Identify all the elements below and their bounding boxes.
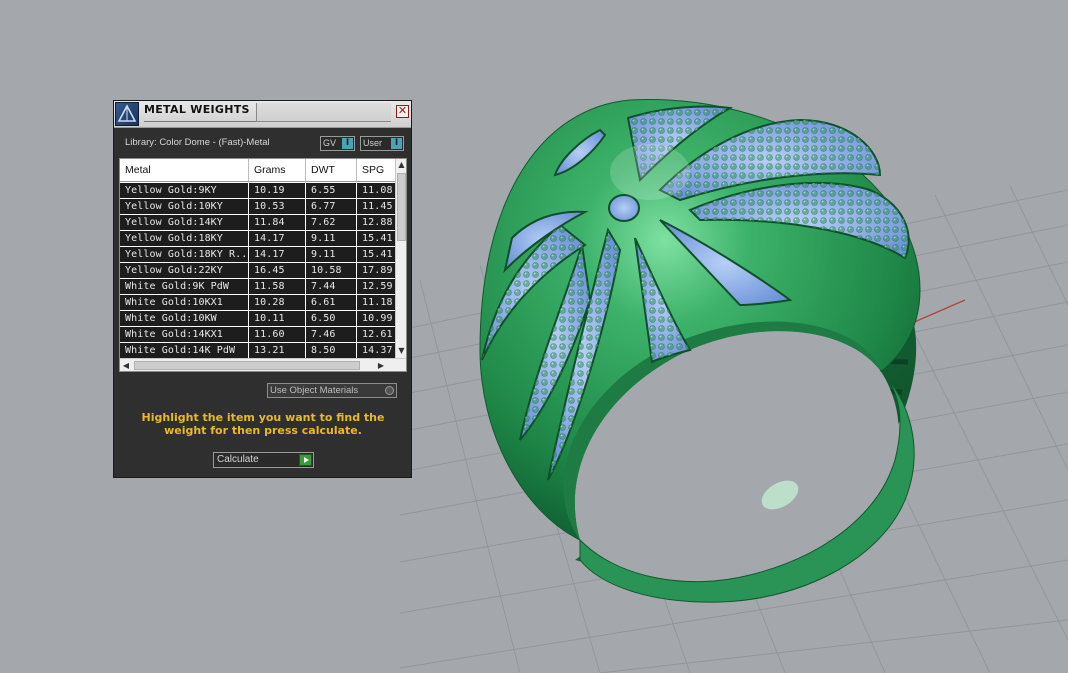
cell-spg: 17.89	[362, 265, 393, 276]
use-object-materials-option[interactable]: Use Object Materials	[267, 383, 397, 398]
scroll-up-arrow-icon[interactable]: ▲	[396, 159, 406, 170]
cell-dwt: 7.62	[306, 215, 357, 230]
user-toggle-label: User	[363, 138, 383, 148]
cell-grams: 10.28	[249, 295, 306, 310]
cell-metal: Yellow Gold:10KY	[120, 199, 249, 214]
cell-metal: White Gold:9K PdW	[120, 279, 249, 294]
calculate-button-label: Calculate	[217, 454, 259, 465]
table-row[interactable]: Yellow Gold:18KY R... 14.17 9.11 15.41	[120, 247, 395, 263]
table-row[interactable]: White Gold:9K PdW 11.58 7.44 12.59	[120, 279, 395, 295]
user-toggle[interactable]: User I	[360, 136, 404, 151]
table-row[interactable]: Yellow Gold:9KY 10.19 6.55 11.08	[120, 183, 395, 199]
cell-spg: 11.08	[362, 185, 393, 196]
cell-grams: 11.60	[249, 327, 306, 342]
cell-grams: 16.45	[249, 263, 306, 278]
horizontal-scroll-thumb[interactable]	[134, 361, 360, 370]
gv-toggle-label: GV	[323, 138, 337, 148]
cell-dwt: 6.77	[306, 199, 357, 214]
table-row[interactable]: White Gold:10KX1 10.28 6.61 11.18	[120, 295, 395, 311]
cell-spg: 12.61	[362, 329, 393, 340]
panel-titlebar[interactable]: METAL WEIGHTS ✕	[114, 101, 411, 128]
vertical-scrollbar[interactable]: ▲ ▼	[395, 159, 406, 358]
cell-grams: 14.17	[249, 231, 306, 246]
cell-dwt: 6.50	[306, 311, 357, 326]
cell-spg: 15.41	[362, 249, 393, 260]
cell-metal: Yellow Gold:18KY R...	[120, 247, 249, 262]
metal-weights-table[interactable]: Metal Grams DWT SPG Yellow Gold:9KY 10.19…	[119, 158, 407, 372]
cell-dwt: 6.55	[306, 183, 357, 198]
table-row[interactable]: White Gold:14KX1 11.60 7.46 12.61	[120, 327, 395, 343]
cell-spg: 12.59	[362, 281, 393, 292]
cell-grams: 11.58	[249, 279, 306, 294]
cell-dwt: 9.11	[306, 247, 357, 262]
scroll-down-arrow-icon[interactable]: ▼	[396, 345, 406, 356]
cell-spg: 15.41	[362, 233, 393, 244]
vertical-scroll-thumb[interactable]	[397, 173, 406, 241]
column-header-metal[interactable]: Metal	[120, 159, 249, 181]
cell-grams: 10.53	[249, 199, 306, 214]
cell-metal: White Gold:14K PdW	[120, 343, 249, 358]
column-header-dwt[interactable]: DWT	[306, 159, 357, 181]
cell-spg: 12.88	[362, 217, 393, 228]
ring-model[interactable]	[479, 99, 921, 603]
gv-toggle-switch[interactable]: I	[342, 138, 353, 149]
table-row[interactable]: Yellow Gold:10KY 10.53 6.77 11.45	[120, 199, 395, 215]
cell-metal: White Gold:10KW	[120, 311, 249, 326]
cell-metal: White Gold:10KX1	[120, 295, 249, 310]
gv-toggle[interactable]: GV I	[320, 136, 355, 151]
cell-metal: Yellow Gold:14KY	[120, 215, 249, 230]
cell-grams: 13.21	[249, 343, 306, 358]
cell-spg: 10.99	[362, 313, 393, 324]
table-body: Yellow Gold:9KY 10.19 6.55 11.08 Yellow Gold…	[120, 183, 395, 359]
horizontal-scrollbar[interactable]: ◀ ▶	[120, 358, 406, 371]
cell-grams: 10.19	[249, 183, 306, 198]
cell-metal: Yellow Gold:22KY	[120, 263, 249, 278]
cell-dwt: 6.61	[306, 295, 357, 310]
library-label: Library: Color Dome - (Fast)-Metal	[125, 137, 270, 148]
column-header-spg[interactable]: SPG	[357, 159, 395, 181]
calculate-button[interactable]: Calculate	[213, 452, 314, 468]
table-row[interactable]: Yellow Gold:14KY 11.84 7.62 12.88	[120, 215, 395, 231]
cell-dwt: 7.44	[306, 279, 357, 294]
cell-metal: Yellow Gold:18KY	[120, 231, 249, 246]
play-arrow-icon[interactable]	[299, 454, 312, 466]
titlebar-drag-area[interactable]	[256, 103, 391, 122]
column-header-grams[interactable]: Grams	[249, 159, 306, 181]
table-header: Metal Grams DWT SPG	[120, 159, 395, 182]
table-row[interactable]: White Gold:14K PdW 13.21 8.50 14.37	[120, 343, 395, 359]
use-object-materials-radio[interactable]	[385, 386, 394, 395]
use-object-materials-label: Use Object Materials	[270, 385, 359, 396]
table-row[interactable]: Yellow Gold:18KY 14.17 9.11 15.41	[120, 231, 395, 247]
cell-spg: 11.18	[362, 297, 393, 308]
triangle-logo-icon	[115, 102, 139, 126]
instruction-text: Highlight the item you want to find the …	[141, 411, 385, 437]
user-toggle-switch[interactable]: I	[391, 138, 402, 149]
metal-weights-panel: METAL WEIGHTS ✕ Library: Color Dome - (F…	[113, 100, 412, 478]
scroll-right-arrow-icon[interactable]: ▶	[375, 359, 387, 371]
table-row[interactable]: White Gold:10KW 10.11 6.50 10.99	[120, 311, 395, 327]
close-icon[interactable]: ✕	[396, 105, 409, 118]
scroll-left-arrow-icon[interactable]: ◀	[120, 359, 132, 371]
cell-dwt: 10.58	[306, 263, 357, 278]
cell-grams: 11.84	[249, 215, 306, 230]
cell-grams: 10.11	[249, 311, 306, 326]
cell-dwt: 8.50	[306, 343, 357, 358]
cell-spg: 11.45	[362, 201, 393, 212]
cell-metal: Yellow Gold:9KY	[120, 183, 249, 198]
cell-spg: 14.37	[362, 345, 393, 356]
table-row[interactable]: Yellow Gold:22KY 16.45 10.58 17.89	[120, 263, 395, 279]
cell-dwt: 7.46	[306, 327, 357, 342]
cell-dwt: 9.11	[306, 231, 357, 246]
cell-grams: 14.17	[249, 247, 306, 262]
cell-metal: White Gold:14KX1	[120, 327, 249, 342]
panel-title: METAL WEIGHTS	[144, 103, 256, 122]
